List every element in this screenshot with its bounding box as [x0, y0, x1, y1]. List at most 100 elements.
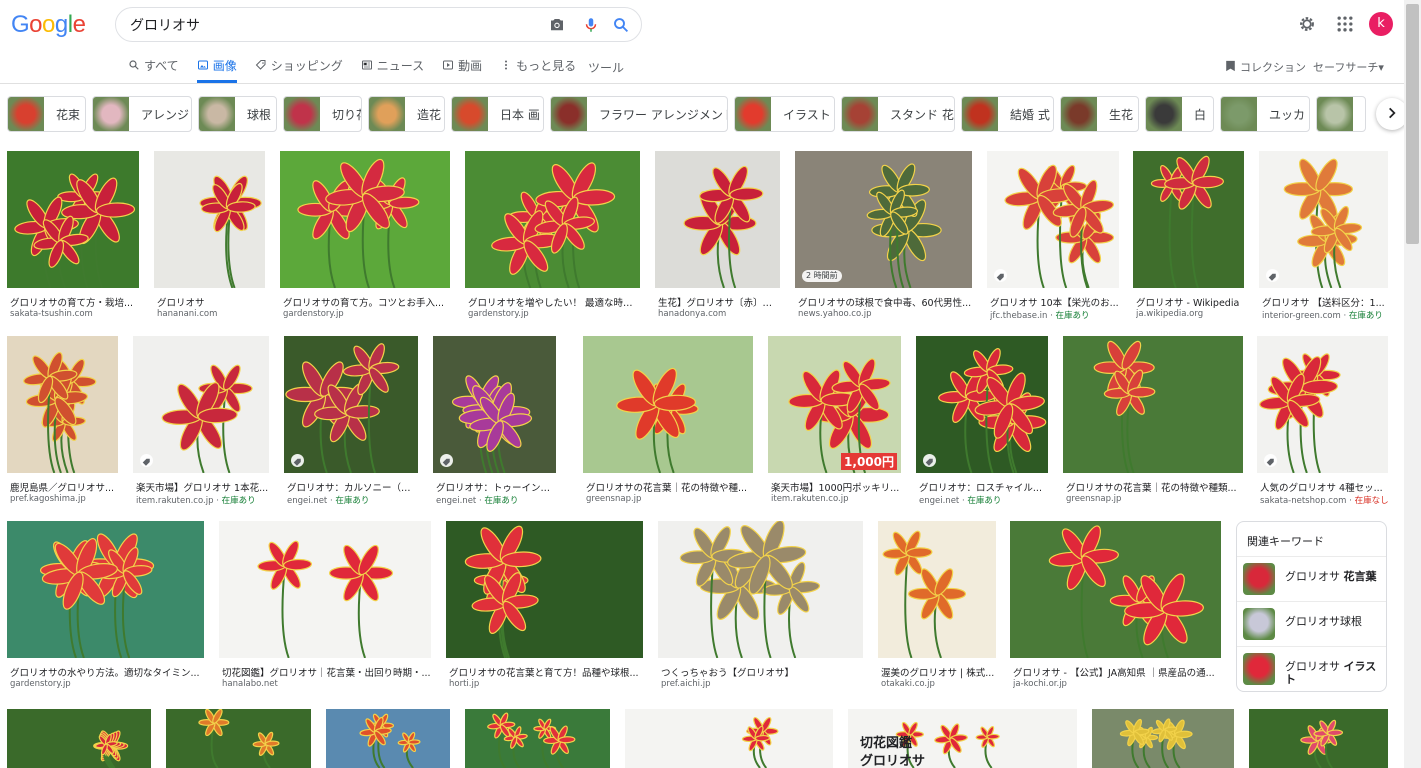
- result-title[interactable]: グロリオサの花言葉と育て方！品種や球根...: [449, 665, 643, 679]
- result-thumbnail[interactable]: [465, 151, 640, 288]
- scrollbar-thumb[interactable]: [1406, 4, 1419, 244]
- result-title[interactable]: 楽天市場】グロリオサ 1本花...: [136, 480, 269, 494]
- search-input[interactable]: [130, 14, 530, 36]
- result-title[interactable]: 生花】グロリオサ〔赤〕秀...: [658, 295, 780, 309]
- apps-grid-icon[interactable]: [1335, 14, 1355, 34]
- search-icon[interactable]: [612, 16, 630, 34]
- image-result[interactable]: グロリオサ hananani.com: [154, 151, 265, 323]
- result-thumbnail[interactable]: [1063, 336, 1243, 473]
- image-result[interactable]: [1092, 709, 1234, 768]
- result-title[interactable]: グロリオサ：カルソニー（赤...: [287, 480, 418, 494]
- result-thumbnail[interactable]: [655, 151, 780, 288]
- image-result[interactable]: 鹿児島県／グロリオサ... pref.kagoshima.jp: [7, 336, 118, 508]
- image-result[interactable]: 生花】グロリオサ〔赤〕秀... hanadonya.com: [655, 151, 780, 323]
- result-thumbnail[interactable]: [7, 709, 151, 768]
- chip[interactable]: 白: [1145, 96, 1214, 132]
- chip[interactable]: 造花: [368, 96, 445, 132]
- image-result[interactable]: グロリオサ 【送料区分：1... interior-green.com · 在庫あ…: [1259, 151, 1388, 323]
- chip[interactable]: フラワー アレンジメント: [550, 96, 728, 132]
- image-result[interactable]: [1249, 709, 1388, 768]
- tab-4[interactable]: 動画: [442, 57, 482, 83]
- image-result[interactable]: グロリオサの育て方・栽培... sakata-tsushin.com: [7, 151, 139, 323]
- chip[interactable]: 花束: [7, 96, 86, 132]
- result-thumbnail[interactable]: [916, 336, 1048, 473]
- result-thumbnail[interactable]: [987, 151, 1119, 288]
- result-title[interactable]: 鹿児島県／グロリオサ...: [10, 480, 118, 494]
- image-result[interactable]: グロリオサの花言葉と育て方！品種や球根... horti.jp: [446, 521, 643, 693]
- chip[interactable]: ユッカ: [1220, 96, 1310, 132]
- image-result[interactable]: グロリオサの花言葉｜花の特徴や種類... greensnap.jp: [1063, 336, 1243, 508]
- result-thumbnail[interactable]: [583, 336, 753, 473]
- microphone-icon[interactable]: [582, 16, 600, 34]
- result-thumbnail[interactable]: [326, 709, 450, 768]
- result-title[interactable]: グロリオサの育て方。コツとお手入...: [283, 295, 450, 309]
- result-thumbnail[interactable]: [878, 521, 996, 658]
- result-thumbnail[interactable]: [1092, 709, 1234, 768]
- result-title[interactable]: グロリオサ - Wikipedia: [1136, 295, 1244, 309]
- result-title[interactable]: 人気のグロリオサ 4種セッ...: [1260, 480, 1388, 494]
- result-title[interactable]: つくっちゃおう【グロリオサ】: [661, 665, 863, 679]
- image-result[interactable]: つくっちゃおう【グロリオサ】 pref.aichi.jp: [658, 521, 863, 693]
- result-thumbnail[interactable]: [465, 709, 610, 768]
- result-thumbnail[interactable]: [625, 709, 833, 768]
- image-result[interactable]: グロリオサ：ロスチャイル... engei.net · 在庫あり: [916, 336, 1048, 508]
- result-title[interactable]: グロリオサの花言葉｜花の特徴や種類...: [1066, 480, 1243, 494]
- result-thumbnail[interactable]: [1259, 151, 1388, 288]
- result-title[interactable]: グロリオサ：トゥーインワン...: [436, 480, 556, 494]
- result-title[interactable]: グロリオサの育て方・栽培...: [10, 295, 139, 309]
- result-thumbnail[interactable]: 2 時間前: [795, 151, 972, 288]
- tab-5[interactable]: もっと見る: [500, 57, 576, 83]
- result-title[interactable]: グロリオサを増やしたい！ 最適な時期...: [468, 295, 640, 309]
- result-thumbnail[interactable]: [1133, 151, 1244, 288]
- tab-1[interactable]: 画像: [196, 57, 237, 83]
- image-result[interactable]: [465, 709, 610, 768]
- result-thumbnail[interactable]: [1249, 709, 1388, 768]
- result-title[interactable]: グロリオサ 【送料区分：1...: [1262, 295, 1388, 309]
- result-thumbnail[interactable]: [154, 151, 265, 288]
- result-thumbnail[interactable]: [1010, 521, 1221, 658]
- image-result[interactable]: グロリオサ - Wikipedia ja.wikipedia.org: [1133, 151, 1244, 323]
- image-result[interactable]: グロリオサ - 【公式】JA高知県 ｜県産品の通... ja-kochi.or.j…: [1010, 521, 1221, 693]
- result-thumbnail[interactable]: 1,000円: [768, 336, 901, 473]
- image-result[interactable]: [7, 709, 151, 768]
- result-thumbnail[interactable]: [219, 521, 431, 658]
- result-thumbnail[interactable]: [280, 151, 450, 288]
- collections-link[interactable]: コレクション: [1225, 59, 1306, 75]
- image-result[interactable]: [326, 709, 450, 768]
- result-title[interactable]: 切花図鑑】グロリオサ｜花言葉・出回り時期・...: [222, 665, 431, 679]
- settings-gear-icon[interactable]: [1297, 14, 1317, 34]
- account-avatar[interactable]: k: [1369, 12, 1393, 36]
- image-result[interactable]: [166, 709, 311, 768]
- chip[interactable]: 球根: [198, 96, 277, 132]
- result-title[interactable]: グロリオサ: [157, 295, 265, 309]
- result-title[interactable]: 渥美のグロリオサ | 株式...: [881, 665, 996, 679]
- image-result[interactable]: グロリオサを増やしたい！ 最適な時期... gardenstory.jp: [465, 151, 640, 323]
- chip[interactable]: 生花: [1060, 96, 1139, 132]
- tab-3[interactable]: ニュース: [361, 57, 424, 83]
- image-result[interactable]: 1,000円 楽天市場】1000円ポッキリ... item.rakuten.co.j…: [768, 336, 901, 508]
- result-thumbnail[interactable]: [7, 151, 139, 288]
- image-result[interactable]: 渥美のグロリオサ | 株式... otakaki.co.jp: [878, 521, 996, 693]
- related-keyword-item[interactable]: グロリオサ 花言葉: [1237, 556, 1386, 601]
- related-keyword-item[interactable]: グロリオサ球根: [1237, 601, 1386, 646]
- result-title[interactable]: 楽天市場】1000円ポッキリ...: [771, 480, 901, 494]
- result-thumbnail[interactable]: [133, 336, 269, 473]
- result-thumbnail[interactable]: [433, 336, 556, 473]
- result-title[interactable]: グロリオサの球根で食中毒、60代男性...: [798, 295, 972, 309]
- search-box[interactable]: [115, 7, 642, 42]
- google-logo[interactable]: Google: [11, 11, 86, 39]
- image-result[interactable]: グロリオサ 10本【栄光のお... jfc.thebase.in · 在庫あり: [987, 151, 1119, 323]
- result-title[interactable]: グロリオサ：ロスチャイル...: [919, 480, 1048, 494]
- chip[interactable]: イラスト: [734, 96, 835, 132]
- image-result[interactable]: グロリオサの水やり方法。適切なタイミン... gardenstory.jp: [7, 521, 204, 693]
- chip[interactable]: 日本 画: [451, 96, 544, 132]
- image-result[interactable]: [625, 709, 833, 768]
- chip[interactable]: 結婚 式: [961, 96, 1054, 132]
- result-thumbnail[interactable]: 切花図鑑 グロリオサ: [848, 709, 1077, 768]
- result-thumbnail[interactable]: [446, 521, 643, 658]
- chip[interactable]: [1316, 96, 1366, 132]
- image-result[interactable]: グロリオサ：トゥーインワン... engei.net · 在庫あり: [433, 336, 556, 508]
- result-title[interactable]: グロリオサの花言葉｜花の特徴や種...: [586, 480, 753, 494]
- tab-0[interactable]: すべて: [128, 57, 179, 83]
- chip[interactable]: スタンド 花: [841, 96, 955, 132]
